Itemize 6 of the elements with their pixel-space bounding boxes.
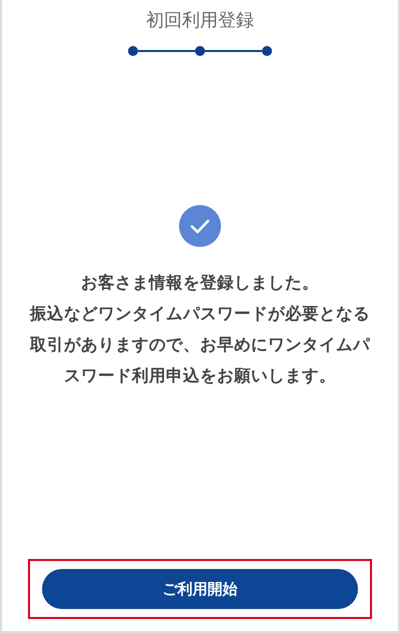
- start-button[interactable]: ご利用開始: [42, 569, 358, 609]
- completion-message: お客さま情報を登録しました。 振込などワンタイムパスワードが必要となる 取引がありますので、お早めにワンタイムパ スワード利用申込をお願いします。: [28, 272, 371, 387]
- page-title: 初回利用登録: [145, 10, 255, 32]
- step-connector: [205, 50, 262, 52]
- step-connector: [138, 50, 195, 52]
- checkmark-icon: [179, 205, 221, 247]
